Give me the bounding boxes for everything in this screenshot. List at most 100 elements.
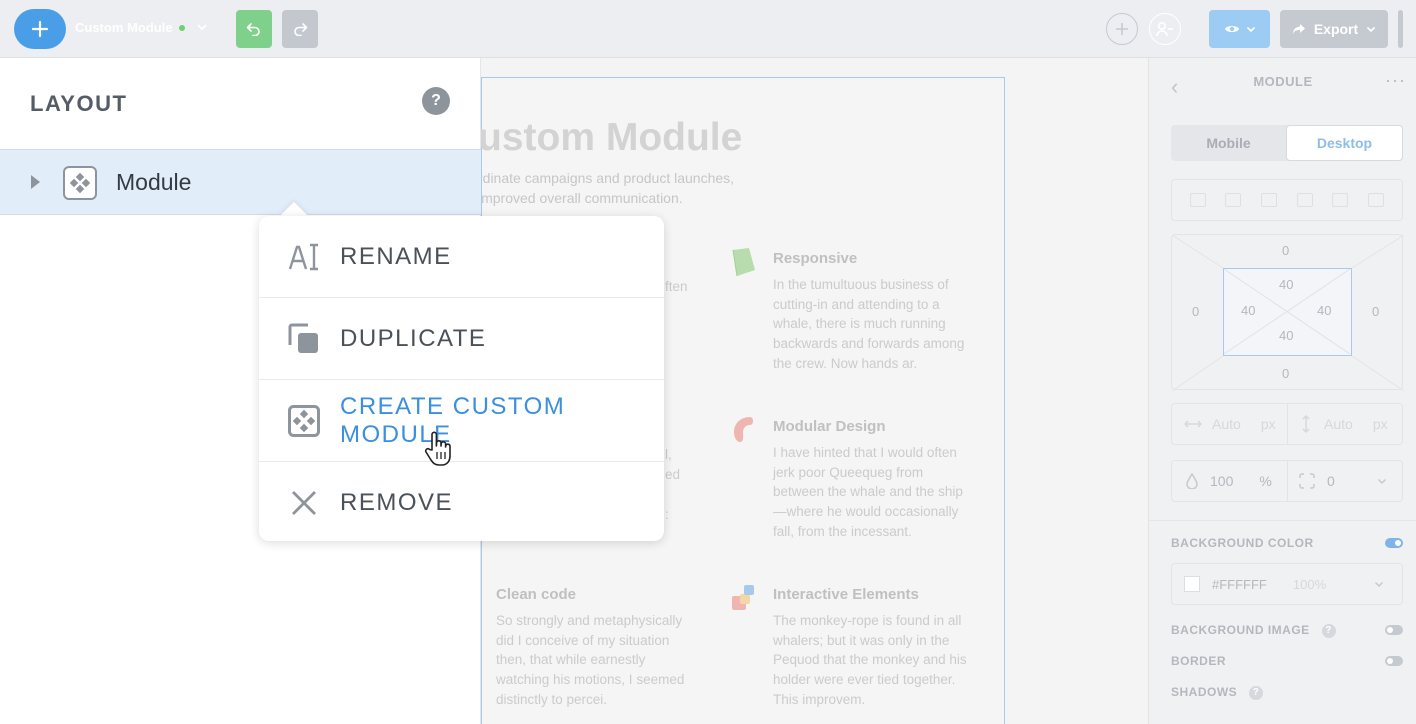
page-subtitle-line: rdinate campaigns and product launches,: [481, 170, 735, 186]
padding-box: 40 40 40 40: [1223, 268, 1352, 356]
feature-modular-design: Modular Design I have hinted that I woul…: [773, 418, 973, 542]
add-element-button[interactable]: [1106, 13, 1138, 45]
feature-text: So strongly and metaphysically did I con…: [496, 613, 685, 707]
align-left-icon[interactable]: [1189, 193, 1206, 207]
background-image-label: BACKGROUND IMAGE: [1171, 623, 1310, 637]
align-top-icon[interactable]: [1296, 193, 1313, 207]
feature-interactive-elements: Interactive Elements The monkey-rope is …: [773, 586, 973, 710]
background-color-field[interactable]: #FFFFFF 100%: [1171, 563, 1403, 605]
margin-left[interactable]: 0: [1192, 304, 1199, 319]
module-dropdown-button[interactable]: [196, 20, 208, 38]
radius-field[interactable]: 0: [1299, 461, 1399, 501]
toolbar-scroll-handle[interactable]: [1398, 10, 1403, 48]
background-color-label: BACKGROUND COLOR: [1171, 536, 1314, 550]
radius-input: 0: [1327, 473, 1335, 489]
menu-item-label: RENAME: [340, 242, 452, 270]
module-name[interactable]: Custom Module: [75, 20, 185, 35]
layout-item-label: Module: [116, 169, 192, 195]
clipped-text: ed: [665, 467, 681, 482]
caret-right-icon[interactable]: [31, 175, 40, 189]
page-title: ustom Module: [481, 116, 743, 159]
height-arrows-icon: [1302, 415, 1310, 433]
more-options-icon[interactable]: ···: [1385, 70, 1406, 91]
height-field[interactable]: Auto px: [1300, 404, 1416, 444]
page-subtitle-line: improved overall communication.: [481, 190, 683, 206]
menu-item-label: REMOVE: [340, 489, 454, 516]
padding-right[interactable]: 40: [1317, 303, 1331, 318]
spacing-box-model: 0 0 0 0 40 40 40 40: [1171, 234, 1404, 391]
opacity-drop-icon: [1186, 473, 1198, 489]
padding-bottom[interactable]: 40: [1279, 328, 1293, 343]
align-middle-icon[interactable]: [1332, 193, 1349, 207]
export-label: Export: [1313, 21, 1359, 37]
menu-item-create-custom-module[interactable]: CREATE CUSTOM MODULE: [259, 380, 664, 462]
width-field[interactable]: Auto px: [1184, 404, 1300, 444]
help-button[interactable]: ?: [422, 87, 450, 115]
preview-button[interactable]: [1209, 10, 1270, 48]
module-icon: [287, 404, 321, 438]
user-toggle-button[interactable]: [1149, 13, 1181, 45]
background-color-toggle[interactable]: [1385, 538, 1403, 548]
margin-top[interactable]: 0: [1282, 243, 1289, 258]
help-icon[interactable]: ?: [1321, 623, 1336, 638]
opacity-input: 100: [1210, 473, 1234, 489]
width-input: Auto: [1212, 416, 1241, 432]
menu-item-label: DUPLICATE: [340, 324, 487, 352]
clipped-text: l,: [665, 447, 672, 462]
add-button[interactable]: [14, 9, 66, 49]
tab-desktop[interactable]: Desktop: [1286, 125, 1403, 161]
opacity-field[interactable]: 100 %: [1186, 461, 1272, 501]
width-unit: px: [1260, 416, 1276, 432]
modular-design-icon: [734, 417, 753, 442]
padding-left[interactable]: 40: [1241, 303, 1255, 318]
divider: [1149, 520, 1416, 521]
menu-item-rename[interactable]: RENAME: [259, 216, 664, 298]
layout-item-module[interactable]: Module: [0, 149, 481, 215]
width-arrows-icon: [1184, 420, 1202, 428]
redo-button[interactable]: [282, 10, 318, 48]
feature-text: I have hinted that I would often jerk po…: [773, 445, 963, 539]
padding-top[interactable]: 40: [1279, 277, 1293, 292]
menu-item-duplicate[interactable]: DUPLICATE: [259, 298, 664, 380]
status-dot: [178, 24, 185, 31]
tab-mobile[interactable]: Mobile: [1171, 125, 1286, 161]
feature-clean-code: Clean code So strongly and metaphysicall…: [496, 586, 696, 710]
color-opacity-input[interactable]: 100%: [1293, 577, 1326, 592]
background-image-toggle[interactable]: [1385, 625, 1403, 635]
duplicate-icon: [287, 322, 321, 356]
align-center-icon[interactable]: [1225, 193, 1242, 207]
align-right-icon[interactable]: [1261, 193, 1278, 207]
plus-icon: [31, 20, 49, 38]
top-toolbar: Custom Module Export: [0, 0, 1416, 58]
opacity-radius-row: 100 % 0: [1171, 460, 1403, 502]
share-arrow-icon: [1292, 24, 1305, 34]
export-button[interactable]: Export: [1280, 10, 1388, 48]
height-unit: px: [1372, 416, 1388, 432]
clipped-text: :: [665, 507, 669, 522]
plus-icon: [1116, 23, 1128, 35]
responsive-icon: [732, 248, 755, 277]
divider: [1287, 404, 1288, 444]
margin-right[interactable]: 0: [1372, 304, 1379, 319]
feature-text: In the tumultuous business of cutting-in…: [773, 277, 965, 371]
undo-button[interactable]: [236, 10, 272, 48]
align-bottom-icon[interactable]: [1368, 193, 1385, 207]
rename-icon: [287, 240, 321, 274]
module-icon: [63, 166, 97, 200]
feature-title: Interactive Elements: [773, 586, 919, 603]
shadows-label: SHADOWS: [1171, 685, 1238, 699]
height-input: Auto: [1324, 416, 1353, 432]
chevron-down-icon[interactable]: [1377, 476, 1387, 486]
chevron-down-icon: [1246, 26, 1255, 33]
layout-title: LAYOUT: [30, 91, 128, 116]
clipped-text: ften: [665, 279, 688, 294]
help-icon[interactable]: ?: [1249, 685, 1264, 700]
device-toggle: Mobile Desktop: [1171, 125, 1403, 161]
chevron-down-icon[interactable]: [1374, 579, 1384, 589]
border-toggle[interactable]: [1385, 656, 1403, 666]
eye-icon: [1224, 26, 1239, 32]
color-swatch[interactable]: [1184, 576, 1200, 592]
color-hex-input[interactable]: #FFFFFF: [1212, 577, 1267, 592]
margin-bottom[interactable]: 0: [1282, 366, 1289, 381]
menu-item-remove[interactable]: REMOVE: [259, 462, 664, 544]
